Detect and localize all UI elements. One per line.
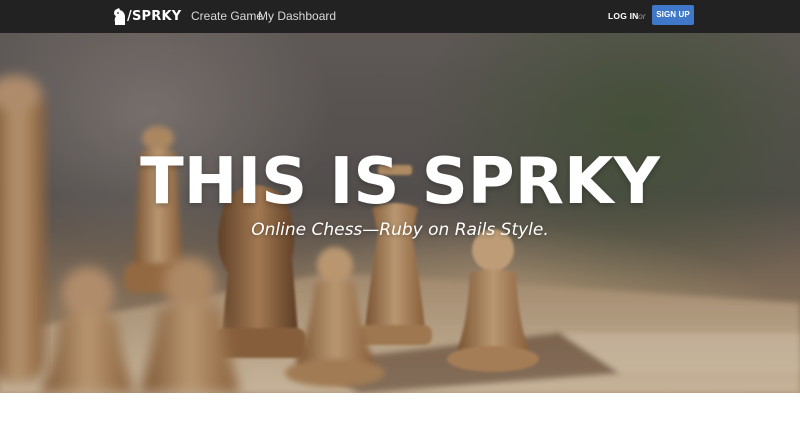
content-area xyxy=(0,393,800,438)
or-separator: or xyxy=(638,11,646,21)
login-link[interactable]: LOG IN xyxy=(608,10,638,22)
brand-name: /SPRKY xyxy=(127,8,182,24)
nav-my-dashboard-link[interactable]: My Dashboard xyxy=(258,8,336,24)
hero-section: THIS IS SPRKY Online Chess—Ruby on Rails… xyxy=(0,33,800,393)
brand-logo-link[interactable]: /SPRKY xyxy=(113,5,181,27)
signup-button[interactable]: SIGN UP xyxy=(652,5,694,25)
knight-icon xyxy=(113,7,126,25)
hero-subtitle: Online Chess—Ruby on Rails Style. xyxy=(251,220,549,240)
nav-create-game-link[interactable]: Create Game xyxy=(191,8,263,24)
hero-title: THIS IS SPRKY xyxy=(140,145,660,219)
top-navbar: /SPRKY Create Game My Dashboard LOG IN o… xyxy=(0,0,800,33)
